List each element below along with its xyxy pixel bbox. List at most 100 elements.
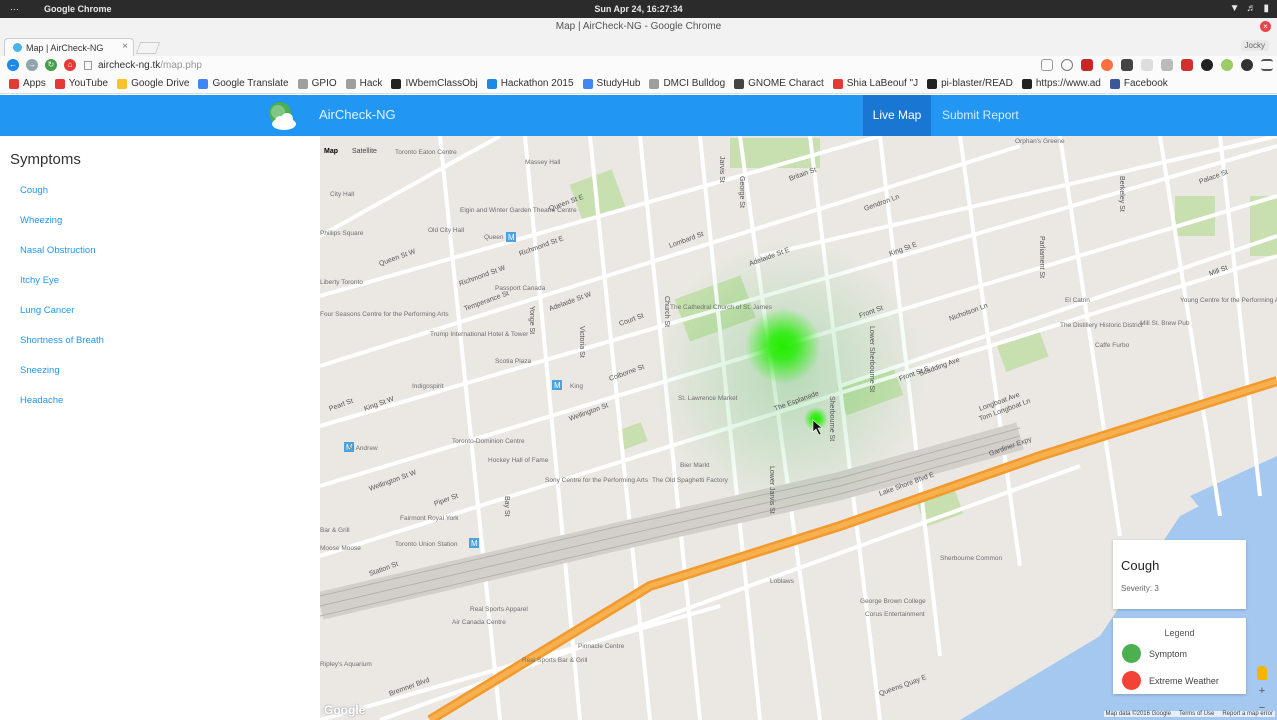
map-poi-label: Orphan's Greene bbox=[1015, 138, 1065, 145]
bookmark-item[interactable]: YouTube bbox=[54, 78, 109, 89]
map-terms-link[interactable]: Terms of Use bbox=[1179, 711, 1214, 717]
nav-live-map[interactable]: Live Map bbox=[863, 95, 931, 136]
bookmark-item[interactable]: Facebook bbox=[1109, 78, 1168, 89]
home-icon[interactable]: ⌂ bbox=[64, 59, 76, 71]
extension-green-icon[interactable] bbox=[1221, 59, 1233, 71]
app-brand[interactable]: AirCheck-NG bbox=[319, 107, 396, 122]
legend-weather-dot-icon bbox=[1122, 671, 1141, 690]
bookmark-item[interactable]: DMCI Bulldog bbox=[649, 78, 725, 89]
new-tab-button[interactable] bbox=[135, 42, 161, 54]
back-icon[interactable]: ← bbox=[7, 59, 19, 71]
chrome-menu-icon[interactable] bbox=[1261, 59, 1273, 71]
symptom-link-cough[interactable]: Cough bbox=[20, 185, 48, 196]
symptom-link-lung-cancer[interactable]: Lung Cancer bbox=[20, 305, 74, 316]
bookmark-label: Shia LaBeouf "J bbox=[846, 78, 919, 89]
bookmark-item[interactable]: GPIO bbox=[297, 78, 337, 89]
bookmark-item[interactable]: Apps bbox=[9, 78, 46, 89]
profile-button[interactable]: Jocky bbox=[1240, 40, 1269, 51]
google-logo[interactable]: Google bbox=[324, 703, 365, 717]
symptom-link-itchy-eye[interactable]: Itchy Eye bbox=[20, 275, 59, 286]
map-poi-label: Phillips Square bbox=[320, 230, 364, 237]
wifi-icon[interactable]: ▼ bbox=[1230, 3, 1240, 15]
tab-close-icon[interactable]: × bbox=[122, 41, 128, 52]
bookmark-item[interactable]: Hackathon 2015 bbox=[486, 78, 574, 89]
bookmark-favicon-icon bbox=[198, 78, 209, 89]
map-type-map[interactable]: Map bbox=[324, 148, 338, 155]
map-poi-label: King bbox=[570, 383, 583, 390]
volume-icon[interactable]: ♬ bbox=[1246, 3, 1256, 15]
live-map[interactable]: M M M M Queen St W Queen St E Richmond St … bbox=[320, 136, 1277, 720]
bookmark-item[interactable]: Google Translate bbox=[198, 78, 289, 89]
bookmark-item[interactable]: Hack bbox=[345, 78, 382, 89]
tab-strip: Map | AirCheck-NG × Jocky bbox=[0, 36, 1277, 56]
map-poi-label: El Catrin bbox=[1065, 297, 1090, 304]
ublock-icon[interactable] bbox=[1081, 59, 1093, 71]
map-street-label: Sherbourne St bbox=[828, 396, 835, 441]
zoom-in-button[interactable]: + bbox=[1255, 685, 1269, 697]
map-poi-label: Elgin and Winter Garden Theatre Centre bbox=[460, 207, 577, 214]
url-host: aircheck-ng.tk bbox=[98, 59, 161, 71]
extension-red-icon[interactable] bbox=[1181, 59, 1193, 71]
bookmark-label: GPIO bbox=[311, 78, 337, 89]
bookmark-favicon-icon bbox=[832, 78, 843, 89]
bookmark-label: YouTube bbox=[68, 78, 109, 89]
street-view-pegman-icon[interactable] bbox=[1257, 666, 1267, 680]
symptom-link-wheezing[interactable]: Wheezing bbox=[20, 215, 62, 226]
symptom-link-headache[interactable]: Headache bbox=[20, 395, 63, 406]
bookmark-item[interactable]: StudyHub bbox=[582, 78, 641, 89]
map-report-link[interactable]: Report a map error bbox=[1222, 711, 1273, 717]
extension-orange-icon[interactable] bbox=[1101, 59, 1113, 71]
bookmark-item[interactable]: IWbemClassObj bbox=[391, 78, 478, 89]
os-clock[interactable]: Sun Apr 24, 16:27:34 bbox=[0, 4, 1277, 14]
symptom-info-card: Cough Severity: 3 bbox=[1113, 540, 1246, 609]
page-info-icon[interactable] bbox=[84, 60, 92, 70]
map-poi-label: Indigospirit bbox=[412, 383, 444, 390]
bookmark-label: Apps bbox=[23, 78, 46, 89]
bookmark-item[interactable]: GNOME Charact bbox=[734, 78, 824, 89]
map-street-label: Lower Jarvis St bbox=[768, 466, 775, 514]
map-street-label: Pearl St bbox=[328, 398, 354, 413]
browser-tab[interactable]: Map | AirCheck-NG × bbox=[4, 38, 134, 56]
map-street-label: Wellington St W bbox=[368, 469, 417, 493]
map-poi-label: Mill St. Brew Pub bbox=[1140, 320, 1190, 327]
bookmark-item[interactable]: Shia LaBeouf "J bbox=[832, 78, 919, 89]
forward-icon[interactable]: → bbox=[26, 59, 38, 71]
bookmark-item[interactable]: Google Drive bbox=[117, 78, 189, 89]
map-type-satellite[interactable]: Satellite bbox=[352, 148, 377, 155]
extension-dark-icon[interactable] bbox=[1201, 59, 1213, 71]
extension-circle-icon[interactable] bbox=[1061, 59, 1073, 71]
map-poi-label: Bar & Grill bbox=[320, 527, 350, 534]
bookmark-item[interactable]: https://www.ad bbox=[1021, 78, 1101, 89]
bookmark-label: GNOME Charact bbox=[748, 78, 824, 89]
extension-glasses-icon[interactable] bbox=[1121, 59, 1133, 71]
map-poi-label: The Distillery Historic District bbox=[1060, 322, 1143, 329]
symptom-link-nasal-obstruction[interactable]: Nasal Obstruction bbox=[20, 245, 96, 256]
map-street-label: Court St bbox=[618, 313, 645, 328]
map-street bbox=[1218, 136, 1262, 497]
bookmark-label: StudyHub bbox=[596, 78, 641, 89]
window-title-bar: Map | AirCheck-NG - Google Chrome × bbox=[0, 18, 1277, 36]
bookmark-star-icon[interactable] bbox=[1041, 59, 1053, 71]
nav-submit-report[interactable]: Submit Report bbox=[942, 95, 1019, 136]
address-bar[interactable]: aircheck-ng.tk/map.php bbox=[84, 57, 1024, 73]
map-poi-label: Bier Markt bbox=[680, 462, 710, 469]
symptom-link-sneezing[interactable]: Sneezing bbox=[20, 365, 60, 376]
map-type-control: Map Satellite bbox=[324, 148, 377, 155]
map-poi-label: The Old Spaghetti Factory bbox=[652, 477, 729, 484]
bookmark-favicon-icon bbox=[649, 78, 660, 89]
reload-icon[interactable]: ↻ bbox=[45, 59, 57, 71]
map-street-label: Bay St bbox=[503, 496, 510, 517]
map-poi-label: The Cathedral Church of St. James bbox=[670, 304, 773, 311]
window-title: Map | AirCheck-NG - Google Chrome bbox=[555, 21, 722, 32]
extension-grey-icon[interactable] bbox=[1161, 59, 1173, 71]
legend-weather-label: Extreme Weather bbox=[1149, 675, 1219, 686]
bookmark-item[interactable]: pi-blaster/READ bbox=[927, 78, 1013, 89]
heatmap-hotspot-major bbox=[745, 308, 821, 384]
battery-icon[interactable]: ▮ bbox=[1263, 3, 1269, 15]
extension-sync-icon[interactable] bbox=[1241, 59, 1253, 71]
map-street-label: Jarvis St bbox=[718, 156, 725, 183]
window-close-icon[interactable]: × bbox=[1260, 21, 1271, 32]
extension-bolt-icon[interactable] bbox=[1141, 59, 1153, 71]
map-poi-label: Liberty Toronto bbox=[320, 279, 363, 286]
symptom-link-shortness-of-breath[interactable]: Shortness of Breath bbox=[20, 335, 104, 346]
